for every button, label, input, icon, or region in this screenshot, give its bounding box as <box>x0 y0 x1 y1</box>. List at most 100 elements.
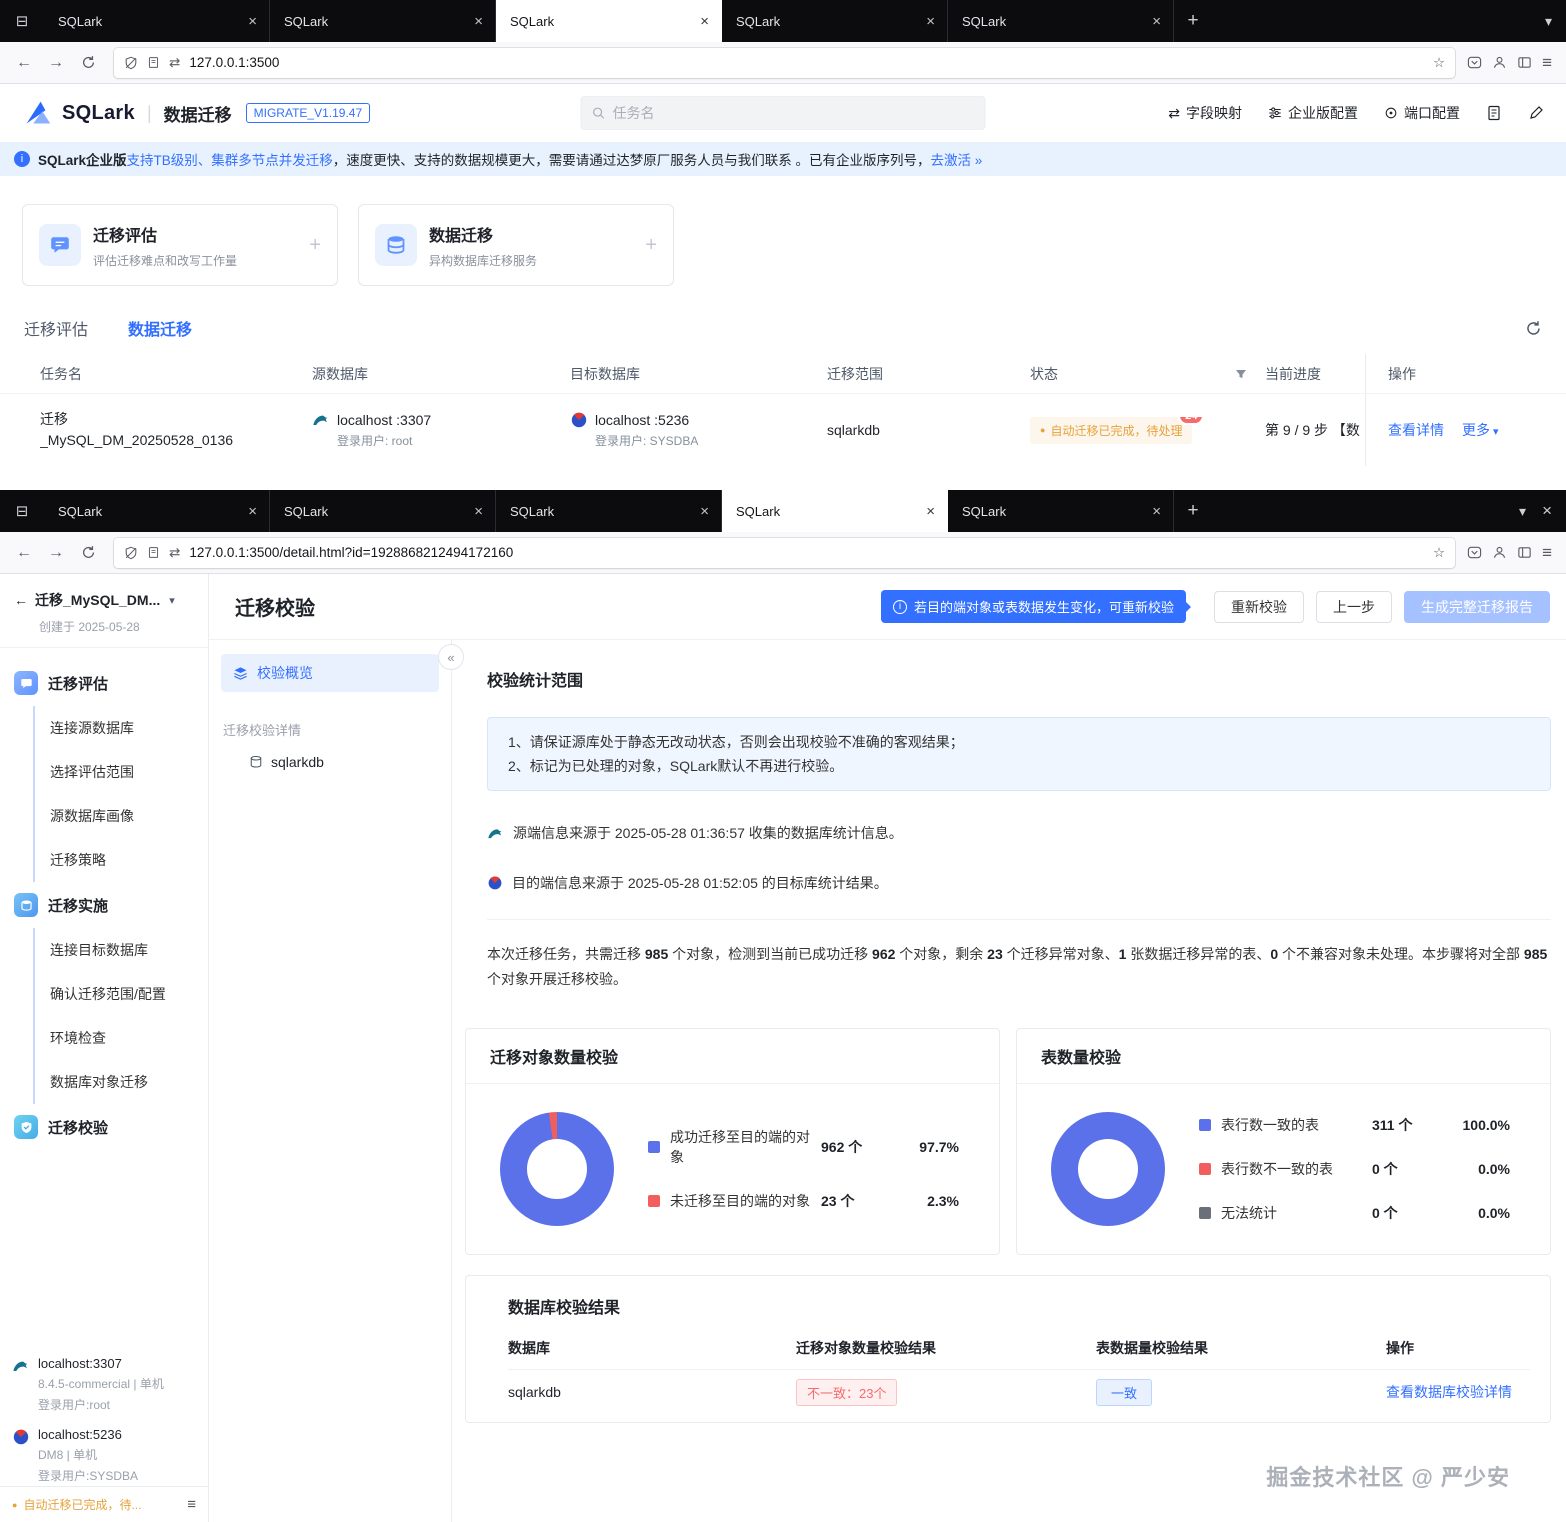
search-box[interactable] <box>580 96 986 130</box>
pocket-icon[interactable] <box>1467 55 1482 70</box>
new-tab-button[interactable]: + <box>1174 0 1212 42</box>
page-permissions-icon[interactable] <box>147 546 160 559</box>
card-data-migration[interactable]: 数据迁移 异构数据库迁移服务 + <box>358 204 674 286</box>
site-info-icon[interactable]: ⇄ <box>169 545 180 561</box>
filter-funnel-icon[interactable] <box>1235 368 1247 380</box>
nav-item-source-profile[interactable]: 源数据库画像 <box>50 794 208 838</box>
pocket-icon[interactable] <box>1467 545 1482 560</box>
nav-item-connect-source[interactable]: 连接源数据库 <box>50 706 208 750</box>
new-tab-button[interactable]: + <box>1174 490 1212 532</box>
add-icon[interactable]: + <box>309 234 321 257</box>
tab-overview-icon[interactable]: ⊟ <box>0 490 44 532</box>
page-permissions-icon[interactable] <box>147 56 160 69</box>
chevron-down-icon[interactable]: ▾ <box>169 594 175 607</box>
tab-close-icon[interactable]: × <box>1147 13 1166 30</box>
tab-close-icon[interactable]: × <box>1147 503 1166 520</box>
browser-tab-active[interactable]: SQLark × <box>496 0 722 42</box>
task-list-icon[interactable]: ≡ <box>187 1496 196 1513</box>
enterprise-config-button[interactable]: 企业版配置 <box>1268 103 1358 123</box>
tab-close-icon[interactable]: × <box>243 13 262 30</box>
url-text[interactable]: 127.0.0.1:3500 <box>189 55 1424 70</box>
refresh-icon[interactable] <box>1525 320 1542 337</box>
generate-report-button[interactable]: 生成完整迁移报告 <box>1404 590 1550 623</box>
document-icon[interactable] <box>1486 105 1502 121</box>
tab-migration-eval[interactable]: 迁移评估 <box>24 316 88 340</box>
nav-section-eval[interactable]: 迁移评估 <box>0 660 208 706</box>
address-bar[interactable]: ⇄ 127.0.0.1:3500 ☆ <box>114 47 1456 78</box>
list-all-tabs-icon[interactable]: ▾ <box>1519 503 1526 520</box>
list-all-tabs-icon[interactable]: ▾ <box>1545 13 1552 30</box>
browser-tab[interactable]: SQLark × <box>44 0 270 42</box>
panel-item-sqlarkdb[interactable]: sqlarkdb <box>249 754 451 770</box>
reload-icon[interactable] <box>74 49 102 77</box>
browser-tab[interactable]: SQLark × <box>948 490 1174 532</box>
browser-tab[interactable]: SQLark × <box>270 0 496 42</box>
browser-tab[interactable]: SQLark × <box>496 490 722 532</box>
more-link[interactable]: 更多 ▾ <box>1462 420 1499 440</box>
port-config-button[interactable]: 端口配置 <box>1384 103 1460 123</box>
back-icon[interactable]: ← <box>14 592 28 608</box>
account-icon[interactable] <box>1492 55 1507 70</box>
shield-icon[interactable] <box>124 546 138 560</box>
tab-close-icon[interactable]: × <box>469 503 488 520</box>
card-subtitle: 异构数据库迁移服务 <box>429 253 538 268</box>
add-icon[interactable]: + <box>645 234 657 257</box>
panel-item-overview[interactable]: 校验概览 <box>221 654 439 692</box>
browser-tab[interactable]: SQLark × <box>44 490 270 532</box>
sidebar-footer-status: ● 自动迁移已完成，待... ≡ <box>0 1486 208 1522</box>
nav-section-impl[interactable]: 迁移实施 <box>0 882 208 928</box>
reload-icon[interactable] <box>74 539 102 567</box>
field-mapping-button[interactable]: ⇄ 字段映射 <box>1168 103 1242 123</box>
forward-icon[interactable]: → <box>42 49 70 77</box>
edit-icon[interactable] <box>1528 105 1544 121</box>
tab-data-migration[interactable]: 数据迁移 <box>128 316 192 340</box>
nav-item-migration-strategy[interactable]: 迁移策略 <box>50 838 208 882</box>
sidebar-toggle-icon[interactable] <box>1517 55 1532 70</box>
account-icon[interactable] <box>1492 545 1507 560</box>
forward-icon[interactable]: → <box>42 539 70 567</box>
address-bar[interactable]: ⇄ 127.0.0.1:3500/detail.html?id=19288682… <box>114 537 1456 568</box>
nav-item-eval-scope[interactable]: 选择评估范围 <box>50 750 208 794</box>
tab-overview-icon[interactable]: ⊟ <box>0 0 44 42</box>
search-input[interactable] <box>612 105 975 121</box>
bookmark-star-icon[interactable]: ☆ <box>1433 545 1445 561</box>
status-cell: ●自动迁移已完成，待处理 24 <box>1030 416 1265 444</box>
sidebar-toggle-icon[interactable] <box>1517 545 1532 560</box>
collapse-panel-icon[interactable]: « <box>438 644 464 670</box>
browser-tab[interactable]: SQLark × <box>948 0 1174 42</box>
tab-close-icon[interactable]: × <box>243 503 262 520</box>
site-info-icon[interactable]: ⇄ <box>169 55 180 71</box>
nav-item-confirm-scope[interactable]: 确认迁移范围/配置 <box>50 972 208 1016</box>
recheck-button[interactable]: 重新校验 <box>1214 590 1304 623</box>
nav-item-env-check[interactable]: 环境检查 <box>50 1016 208 1060</box>
activate-link[interactable]: 去激活 » <box>931 153 983 168</box>
back-icon[interactable]: ← <box>10 49 38 77</box>
browser-tab-active[interactable]: SQLark × <box>722 490 948 532</box>
nav-section-verify[interactable]: 迁移校验 <box>0 1104 208 1150</box>
db-verify-result-card: 数据库校验结果 数据库 迁移对象数量校验结果 表数据量校验结果 操作 sqlar… <box>465 1275 1551 1423</box>
tab-close-icon[interactable]: × <box>921 13 940 30</box>
browser-tab[interactable]: SQLark × <box>722 0 948 42</box>
tab-close-icon[interactable]: × <box>921 503 940 520</box>
menu-icon[interactable]: ≡ <box>1542 53 1552 73</box>
url-text[interactable]: 127.0.0.1:3500/detail.html?id=1928868212… <box>189 545 1424 560</box>
card-migration-eval[interactable]: 迁移评估 评估迁移难点和改写工作量 + <box>22 204 338 286</box>
bookmark-star-icon[interactable]: ☆ <box>1433 55 1445 71</box>
prev-step-button[interactable]: 上一步 <box>1316 590 1392 623</box>
task-name[interactable]: 迁移_MySQL_DM... <box>35 590 160 610</box>
back-icon[interactable]: ← <box>10 539 38 567</box>
tab-close-icon[interactable]: × <box>695 503 714 520</box>
view-detail-link[interactable]: 查看详情 <box>1388 420 1444 440</box>
tab-close-icon[interactable]: × <box>469 13 488 30</box>
view-db-verify-detail-link[interactable]: 查看数据库校验详情 <box>1386 1384 1512 1400</box>
banner-feature-link[interactable]: 支持TB级别、集群多节点并发迁移 <box>127 153 333 168</box>
browser-tab[interactable]: SQLark × <box>270 490 496 532</box>
nav-item-connect-target[interactable]: 连接目标数据库 <box>50 928 208 972</box>
nav-item-object-migration[interactable]: 数据库对象迁移 <box>50 1060 208 1104</box>
tab-close-icon[interactable]: × <box>695 13 714 30</box>
task-row[interactable]: 迁移 _MySQL_DM_20250528_0136 localhost :330… <box>0 394 1566 466</box>
dm-icon <box>570 411 588 429</box>
window-close-icon[interactable]: × <box>1542 501 1552 521</box>
shield-icon[interactable] <box>124 56 138 70</box>
menu-icon[interactable]: ≡ <box>1542 543 1552 563</box>
